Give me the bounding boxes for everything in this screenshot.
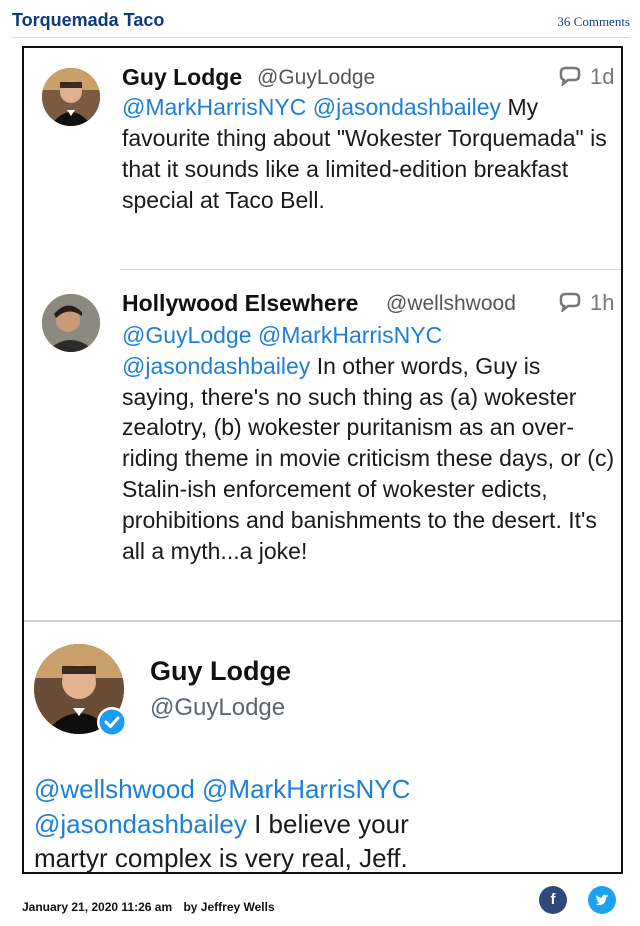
tweet-author-handle[interactable]: @GuyLodge [150,694,285,722]
tweet-author-handle[interactable]: @GuyLodge [257,66,375,90]
tweet-3: Guy Lodge @GuyLodge @wellshwood @MarkHar… [24,622,621,872]
tweet-screenshot: Guy Lodge @GuyLodge 1d @MarkHarrisNYC @j… [22,46,623,874]
tweet-author-name[interactable]: Guy Lodge [122,64,242,91]
tweet-timestamp: 1h [590,290,615,315]
twitter-share-button[interactable] [588,886,616,914]
tweet-text: @MarkHarrisNYC @jasondashbailey My favou… [122,92,612,216]
post-title[interactable]: Torquemada Taco [12,10,164,31]
post-meta: January 21, 2020 11:26 am by Jeffrey Wel… [22,900,283,914]
post-date: January 21, 2020 11:26 am [22,900,173,914]
tweet-2: Hollywood Elsewhere @wellshwood 1h @GuyL… [24,270,621,620]
tweet-body: In other words, Guy is saying, there's n… [122,352,615,564]
header-divider [12,37,630,38]
tweet-author-handle[interactable]: @wellshwood [386,292,516,316]
post-byline[interactable]: by Jeffrey Wells [183,900,274,914]
tweet-author-name[interactable]: Hollywood Elsewhere [122,290,358,317]
tweet-author-name[interactable]: Guy Lodge [150,656,291,687]
comments-link[interactable]: 36 Comments [557,14,630,30]
verified-badge-icon [97,707,127,737]
avatar [42,294,100,352]
avatar [42,68,100,126]
facebook-icon: f [550,891,556,908]
tweet-mentions[interactable]: @MarkHarrisNYC @jasondashbailey [122,94,501,120]
tweet-text: @GuyLodge @MarkHarrisNYC @jasondashbaile… [122,320,618,566]
reply-thread-icon [559,66,581,86]
tweet-1: Guy Lodge @GuyLodge 1d @MarkHarrisNYC @j… [24,48,621,278]
tweet-text: @wellshwood @MarkHarrisNYC @jasondashbai… [34,772,474,872]
facebook-share-button[interactable]: f [539,886,567,914]
twitter-bird-icon [595,894,609,906]
post-header: Torquemada Taco 36 Comments [0,0,640,36]
reply-thread-icon [559,292,581,312]
tweet-timestamp: 1d [590,64,615,89]
